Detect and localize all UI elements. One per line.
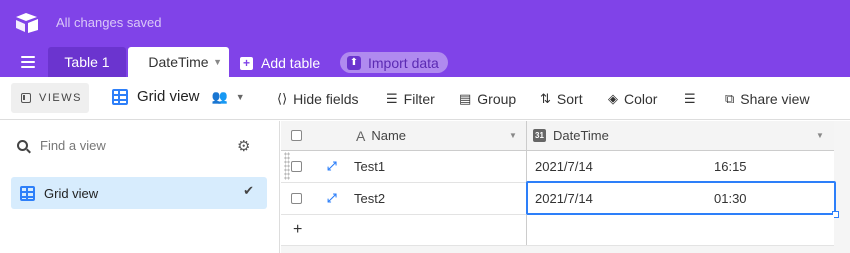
- hide-fields-button[interactable]: ⟨⟩ Hide fields: [277, 91, 359, 107]
- search-icon: [17, 140, 28, 151]
- filter-button[interactable]: ☰ Filter: [386, 91, 435, 107]
- current-view-name: Grid view: [137, 88, 200, 105]
- sort-icon: ⇅: [540, 91, 551, 106]
- sidebar-item-label: Grid view: [44, 185, 99, 201]
- column-header-datetime[interactable]: 31 DateTime: [533, 121, 609, 150]
- data-grid: A Name ▼ 31 DateTime ▼ ⤢ Test1 2021/7/14…: [281, 121, 850, 253]
- expand-record-icon[interactable]: ⤢: [327, 183, 337, 214]
- filter-label: Filter: [403, 91, 435, 107]
- text-field-icon: A: [356, 127, 366, 144]
- find-view-placeholder: Find a view: [40, 138, 106, 153]
- add-table-button[interactable]: + Add table: [240, 53, 320, 73]
- group-icon: ▤: [459, 91, 472, 106]
- views-label: VIEWS: [39, 92, 82, 104]
- hide-fields-icon: ⟨⟩: [277, 91, 288, 106]
- column-datetime-label: DateTime: [553, 128, 609, 143]
- row-height-icon: ☰: [684, 91, 696, 106]
- chevron-down-icon[interactable]: ▼: [213, 47, 222, 77]
- add-row-plus-icon[interactable]: +: [293, 215, 302, 245]
- checkmark-icon: ✔: [243, 183, 254, 198]
- view-toolbar: VIEWS Grid view 👥 ▼ ⟨⟩ Hide fields ☰ Fil…: [0, 77, 850, 120]
- find-view-search[interactable]: Find a view: [17, 138, 106, 153]
- share-icon: ⧉: [725, 91, 735, 106]
- expand-record-icon[interactable]: ⤢: [327, 151, 337, 182]
- app-header: All changes saved Table 1 DateTime ▼ + A…: [0, 0, 850, 77]
- name-cell[interactable]: Test1: [354, 151, 385, 182]
- current-view-selector[interactable]: Grid view 👥 ▼: [112, 88, 245, 105]
- column-header-name[interactable]: A Name: [356, 121, 406, 150]
- select-all-checkbox[interactable]: [291, 121, 302, 150]
- selected-datetime-cell[interactable]: 2021/7/14 01:30: [526, 181, 839, 218]
- tab-datetime-label: DateTime: [148, 54, 209, 70]
- add-table-label: Add table: [261, 55, 321, 71]
- filter-icon: ☰: [386, 91, 398, 106]
- sidebar-item-grid-view[interactable]: Grid view ✔: [11, 177, 267, 209]
- add-row[interactable]: +: [281, 215, 834, 246]
- time-cell[interactable]: 16:15: [714, 151, 747, 182]
- share-view-button[interactable]: ⧉ Share view: [725, 91, 810, 107]
- paint-bucket-icon: ◈: [608, 91, 618, 106]
- app-logo-icon[interactable]: [15, 12, 39, 34]
- row-checkbox[interactable]: [291, 183, 302, 214]
- date-cell[interactable]: 2021/7/14: [535, 151, 593, 182]
- collaborators-icon: 👥: [211, 88, 228, 104]
- chevron-down-icon: ▼: [235, 91, 245, 102]
- upload-icon: ⬆: [347, 55, 361, 70]
- grid-header-row: A Name ▼ 31 DateTime ▼: [281, 121, 834, 151]
- column-menu-chevron-icon[interactable]: ▼: [816, 121, 824, 150]
- drag-handle-icon[interactable]: [284, 152, 290, 180]
- plus-icon: +: [240, 56, 253, 70]
- column-name-label: Name: [371, 128, 407, 143]
- menu-icon[interactable]: [21, 56, 35, 68]
- group-label: Group: [477, 91, 517, 107]
- grid-view-icon: [112, 88, 128, 105]
- views-toggle-button[interactable]: VIEWS: [11, 83, 89, 113]
- sort-button[interactable]: ⇅ Sort: [540, 91, 583, 107]
- time-cell: 01:30: [714, 190, 747, 206]
- grid-view-icon: [20, 185, 35, 201]
- import-data-label: Import data: [368, 54, 439, 71]
- color-button[interactable]: ◈ Color: [608, 91, 657, 107]
- tab-table-1[interactable]: Table 1: [48, 47, 126, 77]
- table-row[interactable]: ⤢ Test1 2021/7/14 16:15: [281, 151, 834, 183]
- sort-label: Sort: [556, 91, 583, 107]
- color-label: Color: [624, 91, 658, 107]
- column-menu-chevron-icon[interactable]: ▼: [509, 121, 517, 150]
- gear-icon[interactable]: ⚙: [237, 137, 250, 155]
- sidebar-icon: [21, 93, 31, 103]
- date-cell: 2021/7/14: [535, 190, 593, 206]
- views-sidebar: Find a view ⚙ Grid view ✔: [0, 121, 280, 253]
- row-checkbox[interactable]: [291, 151, 302, 182]
- calendar-icon: 31: [533, 129, 546, 142]
- row-height-button[interactable]: ☰: [684, 91, 702, 107]
- save-status: All changes saved: [56, 15, 162, 30]
- name-cell[interactable]: Test2: [354, 183, 385, 214]
- import-data-button[interactable]: ⬆ Import data: [340, 52, 448, 73]
- hide-fields-label: Hide fields: [293, 91, 359, 107]
- group-button[interactable]: ▤ Group: [459, 91, 516, 107]
- share-view-label: Share view: [740, 91, 810, 107]
- tab-datetime[interactable]: DateTime ▼: [128, 47, 229, 77]
